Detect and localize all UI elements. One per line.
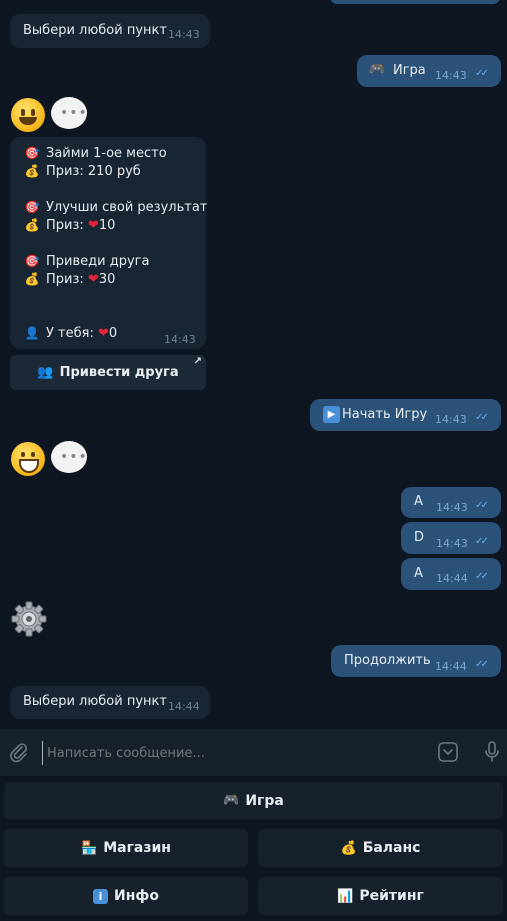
message-text: A xyxy=(414,494,423,509)
incoming-message: Выбери любой пункт 14:43 xyxy=(10,14,210,48)
cut-off-message xyxy=(330,0,500,4)
bot-keyboard-toggle-icon[interactable] xyxy=(437,741,459,763)
button-label: Рейтинг xyxy=(359,888,424,904)
message-text: Выбери любой пункт xyxy=(23,23,167,38)
message-time: 14:43 xyxy=(435,413,467,426)
outgoing-message: A 14:44 ✓✓ xyxy=(401,558,501,590)
heart-icon: ❤ xyxy=(87,272,99,287)
outgoing-message: 🎮 Игра 14:43 ✓✓ xyxy=(357,55,501,87)
list-item: 👤 У тебя: ❤0 xyxy=(24,326,118,341)
target-icon: 🎯 xyxy=(24,146,40,160)
outgoing-message: ▶ Начать Игру 14:43 ✓✓ xyxy=(310,399,501,431)
outgoing-message: D 14:43 ✓✓ xyxy=(401,522,501,554)
list-item: 🎯 Улучши свой результат xyxy=(24,200,208,215)
money-bag-icon: 💰 xyxy=(24,272,40,286)
list-item: 💰 Приз: ❤10 xyxy=(24,218,116,233)
list-item: 💰 Приз: 210 руб xyxy=(24,164,141,179)
keyboard-button-game[interactable]: 🎮 Игра xyxy=(4,782,503,819)
money-bag-icon: 💰 xyxy=(24,218,40,232)
money-bag-icon: 💰 xyxy=(24,164,40,178)
message-text: Продолжить xyxy=(344,653,431,668)
keyboard-button-rating[interactable]: 📊 Рейтинг xyxy=(258,877,503,915)
button-label: Магазин xyxy=(103,840,171,856)
list-item: 🎯 Приведи друга xyxy=(24,254,150,269)
message-time: 14:43 xyxy=(436,537,468,550)
paperclip-icon[interactable] xyxy=(8,741,30,763)
smiling-face-icon xyxy=(11,98,45,132)
message-time: 14:43 xyxy=(436,501,468,514)
play-icon: ▶ xyxy=(323,406,340,423)
speech-bubble-icon: ••• xyxy=(51,97,87,129)
keyboard-button-shop[interactable]: 🏪 Магазин xyxy=(4,829,248,867)
shop-icon: 🏪 xyxy=(81,840,98,856)
invite-friend-inline-button[interactable]: 👥 Привести друга ↗ xyxy=(10,355,206,390)
people-icon: 👥 xyxy=(37,365,54,380)
message-time: 14:43 xyxy=(168,28,200,41)
read-ticks-icon: ✓✓ xyxy=(475,412,489,423)
arrow-up-right-icon: ↗ xyxy=(193,356,202,367)
heart-icon: ❤ xyxy=(97,326,109,341)
message-text: Начать Игру xyxy=(342,407,428,422)
message-time: 14:44 xyxy=(436,572,468,585)
info-icon: i xyxy=(93,888,109,904)
inline-button-label: Привести друга xyxy=(59,365,179,380)
list-item: 🎯 Займи 1-ое место xyxy=(24,146,167,161)
target-icon: 🎯 xyxy=(24,254,40,268)
message-text: A xyxy=(414,566,423,581)
outgoing-message: A 14:43 ✓✓ xyxy=(401,487,501,518)
speech-bubble-icon: ••• xyxy=(51,441,87,473)
heart-icon: ❤ xyxy=(87,218,99,233)
read-ticks-icon: ✓✓ xyxy=(475,500,489,511)
user-icon: 👤 xyxy=(24,326,40,340)
grinning-face-icon xyxy=(11,442,45,476)
outgoing-message: Продолжить 14:44 ✓✓ xyxy=(331,645,501,677)
keyboard-button-balance[interactable]: 💰 Баланс xyxy=(258,829,503,867)
button-label: Баланс xyxy=(362,840,421,856)
chart-icon: 📊 xyxy=(337,888,354,904)
message-time: 14:43 xyxy=(435,69,467,82)
gamepad-icon: 🎮 xyxy=(369,62,386,77)
incoming-message: 🎯 Займи 1-ое место 💰 Приз: 210 руб 🎯 Улучши… xyxy=(10,137,208,349)
read-ticks-icon: ✓✓ xyxy=(475,536,489,547)
gamepad-icon: 🎮 xyxy=(223,793,240,808)
target-icon: 🎯 xyxy=(24,200,40,214)
button-label: Игра xyxy=(245,792,284,809)
keyboard-button-info[interactable]: i Инфо xyxy=(4,877,248,915)
gear-icon xyxy=(10,600,48,638)
composer xyxy=(0,729,507,776)
money-bag-icon: 💰 xyxy=(340,840,357,856)
message-text: Игра xyxy=(393,63,426,78)
message-text: D xyxy=(414,530,425,545)
read-ticks-icon: ✓✓ xyxy=(475,659,489,670)
read-ticks-icon: ✓✓ xyxy=(475,68,489,79)
message-time: 14:43 xyxy=(164,333,196,346)
button-label: Инфо xyxy=(114,888,159,904)
message-input[interactable] xyxy=(42,741,419,765)
incoming-message: Выбери любой пункт 14:44 xyxy=(10,686,210,719)
read-ticks-icon: ✓✓ xyxy=(475,571,489,582)
message-text: Выбери любой пункт xyxy=(23,694,167,709)
message-time: 14:44 xyxy=(168,700,200,713)
microphone-icon[interactable] xyxy=(482,740,502,764)
list-item: 💰 Приз: ❤30 xyxy=(24,272,116,287)
message-time: 14:44 xyxy=(435,660,467,673)
